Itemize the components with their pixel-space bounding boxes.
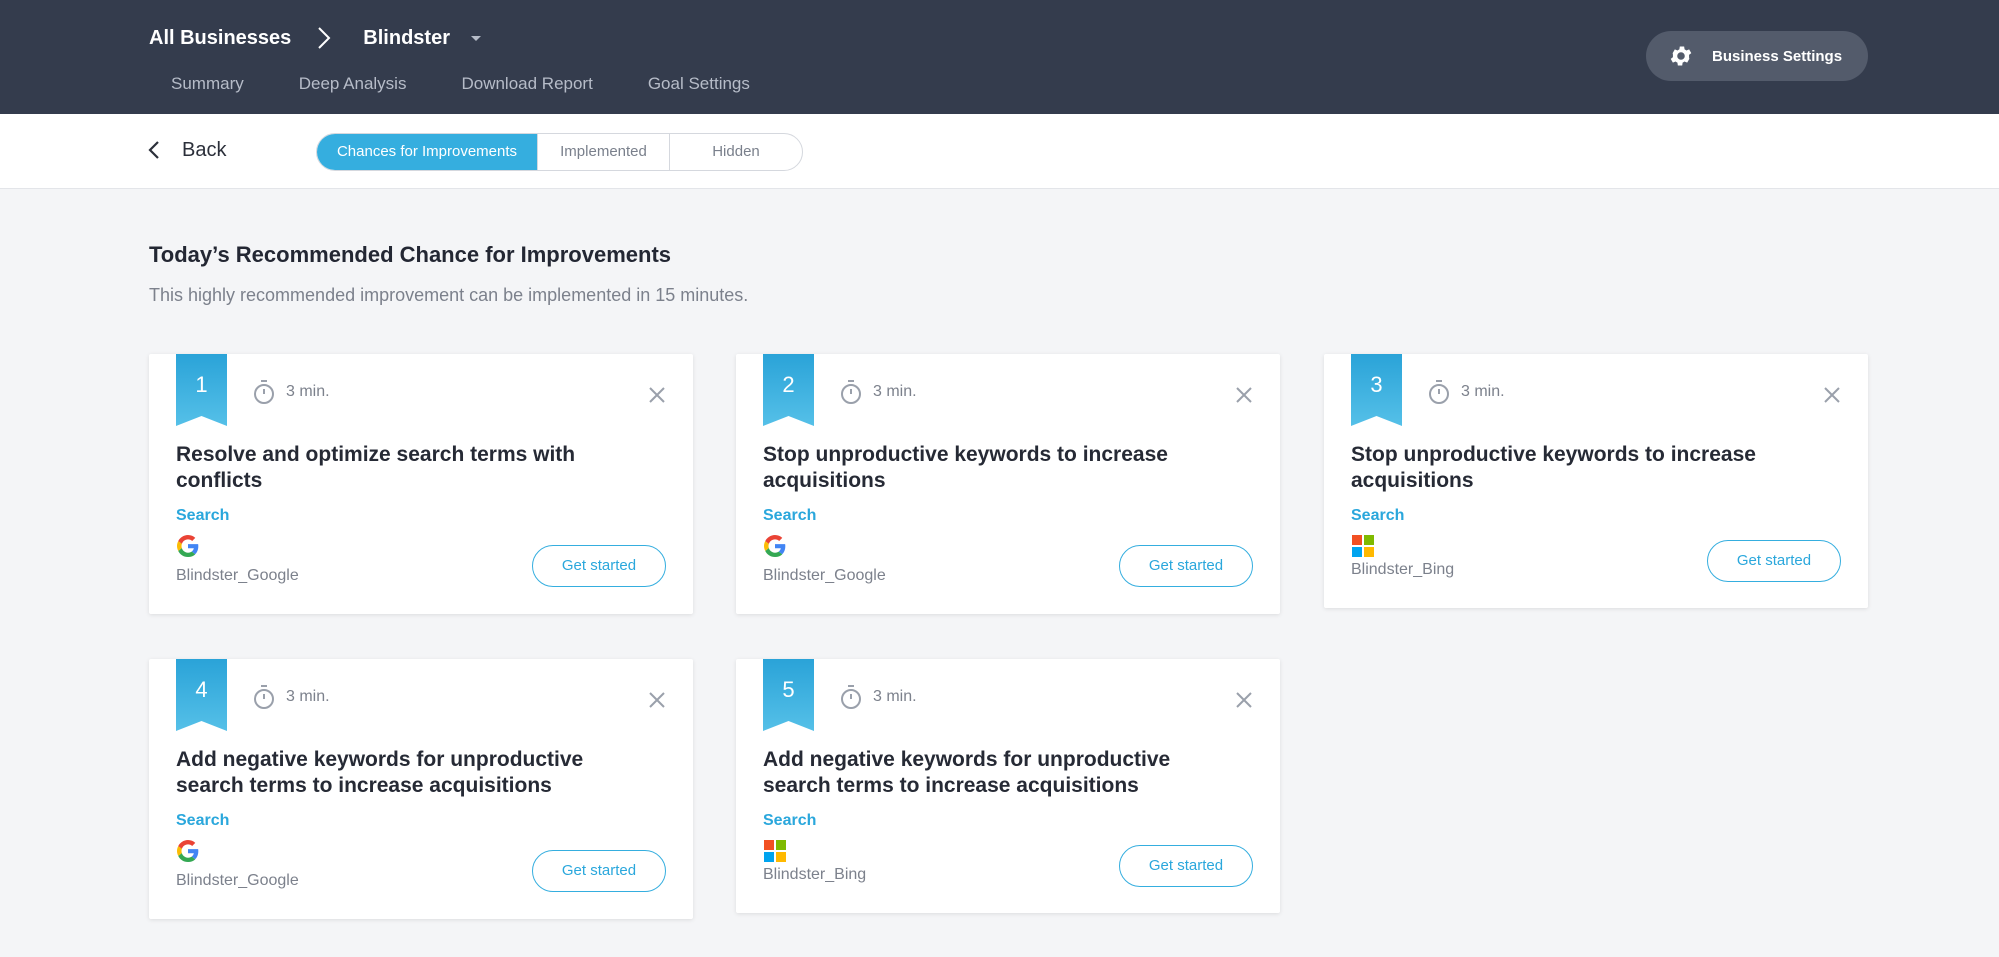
duration: 3 min. <box>1427 379 1505 405</box>
card-title: Resolve and optimize search terms with c… <box>176 443 576 492</box>
caret-down-icon[interactable] <box>470 33 484 43</box>
gear-icon <box>1668 43 1694 69</box>
card-category: Search <box>763 507 817 524</box>
improvement-card: 1 3 min. Resolve and optimize search ter… <box>149 354 693 614</box>
rank-ribbon: 1 <box>176 354 227 426</box>
rank-number: 1 <box>195 372 208 397</box>
card-title: Add negative keywords for unproductive s… <box>763 748 1171 797</box>
close-icon[interactable] <box>648 691 666 709</box>
nav-download-report[interactable]: Download Report <box>461 74 592 94</box>
sub-toolbar: Back Chances for Improvements Implemente… <box>0 114 1999 189</box>
close-icon[interactable] <box>1235 691 1253 709</box>
account-name: Blindster_Google <box>763 567 886 584</box>
stopwatch-icon <box>252 684 276 710</box>
back-label: Back <box>182 138 227 161</box>
google-logo-icon <box>176 534 200 558</box>
duration-label: 3 min. <box>286 383 330 400</box>
duration: 3 min. <box>839 684 917 710</box>
page-title: Today’s Recommended Chance for Improveme… <box>149 242 672 267</box>
nav-deep-analysis[interactable]: Deep Analysis <box>299 74 407 94</box>
google-logo-icon <box>763 534 787 558</box>
microsoft-logo-icon <box>763 839 787 863</box>
rank-number: 2 <box>782 372 795 397</box>
get-started-button[interactable]: Get started <box>532 850 666 892</box>
status-tabs: Chances for Improvements Implemented Hid… <box>316 133 803 171</box>
improvement-card: 2 3 min. Stop unproductive keywords to i… <box>736 354 1280 614</box>
account-name: Blindster_Bing <box>1351 561 1455 578</box>
account-name: Blindster_Bing <box>763 866 867 883</box>
close-icon[interactable] <box>648 386 666 404</box>
rank-ribbon: 5 <box>763 659 814 731</box>
page-subtitle: This highly recommended improvement can … <box>149 285 749 305</box>
chevron-right-icon <box>317 24 347 52</box>
tab-hidden[interactable]: Hidden <box>669 134 802 170</box>
business-settings-button[interactable]: Business Settings <box>1646 31 1868 81</box>
get-started-button[interactable]: Get started <box>532 545 666 587</box>
duration-label: 3 min. <box>1461 383 1505 400</box>
stopwatch-icon <box>1427 379 1451 405</box>
rank-ribbon: 3 <box>1351 354 1402 426</box>
breadcrumb: All Businesses Blindster <box>149 24 484 52</box>
rank-ribbon: 4 <box>176 659 227 731</box>
tab-chances-for-improvements[interactable]: Chances for Improvements <box>317 134 537 170</box>
stopwatch-icon <box>839 379 863 405</box>
improvement-card: 3 3 min. Stop unproductive keywords to i… <box>1324 354 1868 608</box>
nav-summary[interactable]: Summary <box>171 74 244 94</box>
get-started-button[interactable]: Get started <box>1119 545 1253 587</box>
improvement-card: 4 3 min. Add negative keywords for unpro… <box>149 659 693 919</box>
account-name: Blindster_Google <box>176 872 299 889</box>
rank-number: 5 <box>782 677 795 702</box>
breadcrumb-all-businesses[interactable]: All Businesses <box>149 27 291 50</box>
duration-label: 3 min. <box>873 383 917 400</box>
top-header: All Businesses Blindster Summary Deep An… <box>0 0 1999 114</box>
main-nav: Summary Deep Analysis Download Report Go… <box>171 74 805 94</box>
card-title: Stop unproductive keywords to increase a… <box>763 443 1168 492</box>
rank-ribbon: 2 <box>763 354 814 426</box>
duration-label: 3 min. <box>286 688 330 705</box>
get-started-button[interactable]: Get started <box>1119 845 1253 887</box>
chevron-left-icon <box>148 138 168 162</box>
duration: 3 min. <box>252 379 330 405</box>
duration: 3 min. <box>839 379 917 405</box>
account-name: Blindster_Google <box>176 567 299 584</box>
card-title: Add negative keywords for unproductive s… <box>176 748 584 797</box>
microsoft-logo-icon <box>1351 534 1375 558</box>
card-category: Search <box>1351 507 1405 524</box>
tab-implemented[interactable]: Implemented <box>537 134 669 170</box>
close-icon[interactable] <box>1235 386 1253 404</box>
stopwatch-icon <box>252 379 276 405</box>
card-category: Search <box>763 812 817 829</box>
card-title: Stop unproductive keywords to increase a… <box>1351 443 1756 492</box>
rank-number: 3 <box>1370 372 1383 397</box>
card-category: Search <box>176 812 230 829</box>
back-button[interactable]: Back <box>148 138 226 162</box>
rank-number: 4 <box>195 677 208 702</box>
close-icon[interactable] <box>1823 386 1841 404</box>
get-started-button[interactable]: Get started <box>1707 540 1841 582</box>
duration-label: 3 min. <box>873 688 917 705</box>
stopwatch-icon <box>839 684 863 710</box>
breadcrumb-current-business[interactable]: Blindster <box>363 27 450 50</box>
business-settings-label: Business Settings <box>1712 47 1843 65</box>
improvement-card: 5 3 min. Add negative keywords for unpro… <box>736 659 1280 913</box>
duration: 3 min. <box>252 684 330 710</box>
card-category: Search <box>176 507 230 524</box>
nav-goal-settings[interactable]: Goal Settings <box>648 74 750 94</box>
google-logo-icon <box>176 839 200 863</box>
